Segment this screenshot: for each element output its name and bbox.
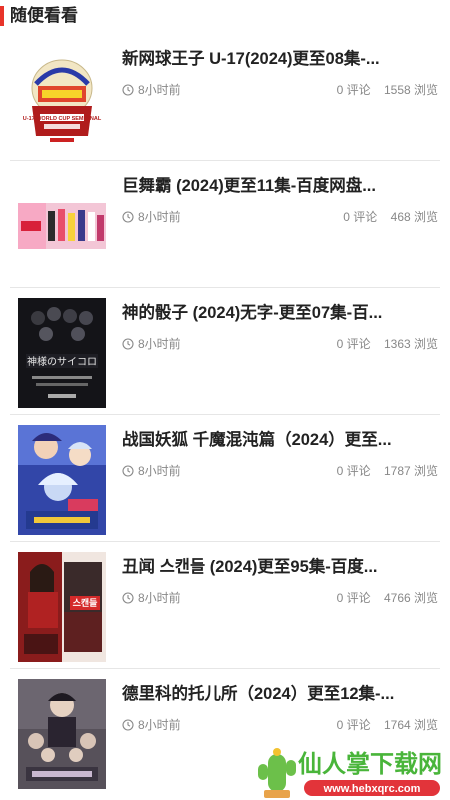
item-title-link[interactable]: 巨舞霸 (2024)更至11集-百度网盘...	[122, 175, 432, 197]
poster-image	[18, 203, 106, 249]
item-stats: 0 评论 1363 浏览	[327, 335, 438, 352]
watermark-logo: 仙人掌下载网 www.hebxqrc.com	[250, 742, 450, 800]
item-time: 8小时前	[122, 81, 181, 98]
poster-caption: 스캔들	[73, 597, 98, 609]
poster-caption: 神様のサイコロ	[27, 355, 97, 368]
comment-count: 0 评论	[343, 210, 378, 224]
view-count: 1363 浏览	[383, 337, 438, 351]
item-meta: 8小时前 0 评论 1764 浏览	[122, 716, 438, 734]
random-list: U-17 WORLD CUP SEMIFINAL 新网球王子 U-17(2024…	[0, 34, 450, 795]
view-count: 1787 浏览	[383, 464, 438, 478]
item-time: 8小时前	[122, 716, 181, 733]
section-title: 随便看看	[10, 6, 78, 25]
view-count: 4766 浏览	[383, 591, 438, 605]
list-item[interactable]: U-17 WORLD CUP SEMIFINAL 新网球王子 U-17(2024…	[10, 34, 440, 161]
item-meta: 8小时前 0 评论 1787 浏览	[122, 462, 438, 480]
view-count: 1764 浏览	[383, 718, 438, 732]
comment-count: 0 评论	[336, 83, 371, 97]
view-count: 468 浏览	[390, 210, 438, 224]
item-meta: 8小时前 0 评论 1558 浏览	[122, 81, 438, 99]
list-item[interactable]: 战国妖狐 千魔混沌篇（2024）更至... 8小时前 0 评论 1787 浏览	[10, 415, 440, 542]
item-stats: 0 评论 1764 浏览	[327, 716, 438, 733]
section-header: 随便看看	[0, 0, 450, 34]
item-time: 8小时前	[122, 462, 181, 479]
poster-thumbnail[interactable]	[18, 679, 106, 789]
item-meta: 8小时前 0 评论 468 浏览	[122, 208, 438, 226]
poster-image: 神様のサイコロ	[18, 298, 106, 408]
item-title-link[interactable]: 丑闻 스캔들 (2024)更至95集-百度...	[122, 556, 432, 578]
item-time-text: 8小时前	[138, 718, 181, 732]
item-time: 8小时前	[122, 208, 181, 225]
item-title-link[interactable]: 神的骰子 (2024)无字-更至07集-百...	[122, 302, 432, 324]
item-time-text: 8小时前	[138, 337, 181, 351]
clock-icon	[122, 718, 134, 731]
item-time-text: 8小时前	[138, 83, 181, 97]
item-time-text: 8小时前	[138, 210, 181, 224]
item-stats: 0 评论 1787 浏览	[327, 462, 438, 479]
item-time-text: 8小时前	[138, 464, 181, 478]
poster-thumbnail[interactable]	[18, 425, 106, 535]
poster-image	[18, 679, 106, 789]
item-stats: 0 评论 4766 浏览	[327, 589, 438, 606]
item-time: 8小时前	[122, 335, 181, 352]
section-accent-bar	[0, 6, 4, 26]
item-meta: 8小时前 0 评论 1363 浏览	[122, 335, 438, 353]
clock-icon	[122, 83, 134, 96]
view-count: 1558 浏览	[383, 83, 438, 97]
item-meta: 8小时前 0 评论 4766 浏览	[122, 589, 438, 607]
poster-image: 스캔들	[18, 552, 106, 662]
list-item[interactable]: 스캔들 丑闻 스캔들 (2024)更至95集-百度... 8小时前 0 评论 4…	[10, 542, 440, 669]
poster-caption: U-17 WORLD CUP SEMIFINAL	[23, 116, 102, 122]
poster-thumbnail[interactable]	[18, 171, 106, 281]
item-time: 8小时前	[122, 589, 181, 606]
poster-image	[18, 425, 106, 535]
clock-icon	[122, 210, 134, 223]
list-item[interactable]: 巨舞霸 (2024)更至11集-百度网盘... 8小时前 0 评论 468 浏览	[10, 161, 440, 288]
comment-count: 0 评论	[336, 464, 371, 478]
item-stats: 0 评论 468 浏览	[333, 208, 438, 225]
poster-thumbnail[interactable]: 神様のサイコロ	[18, 298, 106, 408]
item-stats: 0 评论 1558 浏览	[327, 81, 438, 98]
watermark-name: 仙人掌下载网	[298, 750, 442, 778]
clock-icon	[122, 464, 134, 477]
clock-icon	[122, 337, 134, 350]
comment-count: 0 评论	[336, 337, 371, 351]
item-time-text: 8小时前	[138, 591, 181, 605]
comment-count: 0 评论	[336, 718, 371, 732]
poster-thumbnail[interactable]: U-17 WORLD CUP SEMIFINAL	[18, 44, 106, 154]
poster-image: U-17 WORLD CUP SEMIFINAL	[18, 44, 106, 154]
item-title-link[interactable]: 德里科的托儿所（2024）更至12集-...	[122, 683, 432, 705]
item-title-link[interactable]: 战国妖狐 千魔混沌篇（2024）更至...	[122, 429, 432, 451]
watermark-url: www.hebxqrc.com	[323, 783, 421, 795]
item-title-link[interactable]: 新网球王子 U-17(2024)更至08集-...	[122, 48, 432, 70]
list-item[interactable]: 神様のサイコロ 神的骰子 (2024)无字-更至07集-百... 8小时前 0 …	[10, 288, 440, 415]
poster-thumbnail[interactable]: 스캔들	[18, 552, 106, 662]
clock-icon	[122, 591, 134, 604]
comment-count: 0 评论	[336, 591, 371, 605]
